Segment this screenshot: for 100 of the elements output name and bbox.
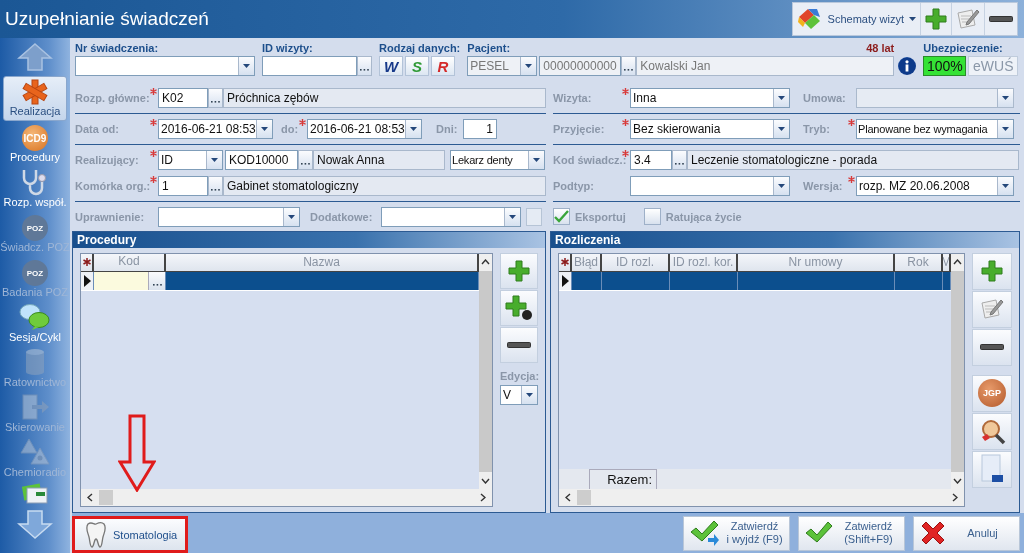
checkbox[interactable] <box>643 208 661 226</box>
dropdown-button[interactable] <box>405 119 421 138</box>
data-type-button[interactable]: R <box>431 56 455 76</box>
add-button[interactable] <box>500 252 538 289</box>
chevron-right-icon <box>480 493 486 502</box>
sidebar-item[interactable]: Rozp. współ. <box>3 166 67 211</box>
badge-icon: POZ <box>22 260 48 286</box>
dropdown-field[interactable]: ID <box>158 149 223 170</box>
dropdown-field[interactable]: 2016-06-21 08:53 <box>307 118 422 139</box>
code-field[interactable]: 1 <box>158 175 208 196</box>
data-type-button[interactable]: W <box>379 56 403 76</box>
ellipsis-icon <box>152 282 162 286</box>
horizontal-scrollbar[interactable] <box>559 489 964 506</box>
dropdown-button[interactable] <box>528 150 544 169</box>
dropdown-button[interactable] <box>773 88 789 107</box>
search-button[interactable] <box>972 412 1012 450</box>
dropdown-button[interactable] <box>521 385 537 404</box>
name-field: Nowak Anna <box>313 149 445 170</box>
info-icon[interactable] <box>898 57 917 75</box>
caret-icon <box>261 126 268 131</box>
remove-button[interactable] <box>972 328 1012 366</box>
cancel-button[interactable]: Anuluj <box>913 515 1020 551</box>
plus-icon <box>508 259 530 282</box>
input-field[interactable] <box>262 56 357 76</box>
dropdown-field[interactable]: V <box>500 384 538 405</box>
dropdown-field[interactable]: Planowane bez wymagania <box>856 118 1014 139</box>
caret-icon <box>509 214 516 219</box>
field-label: Umowa: <box>803 91 847 104</box>
dropdown-field[interactable]: Bez skierowania <box>630 118 790 139</box>
dropdown-field[interactable] <box>381 206 521 227</box>
horizontal-scrollbar[interactable] <box>81 489 492 506</box>
row-pointer-icon <box>561 274 569 287</box>
dropdown-button[interactable] <box>256 119 272 138</box>
ellipsis-icon <box>211 187 220 191</box>
dropdown-button[interactable] <box>504 207 520 226</box>
sidebar-item[interactable]: Realizacja <box>3 76 67 121</box>
row-pointer-icon <box>83 274 91 287</box>
dropdown-button[interactable] <box>997 119 1013 138</box>
add-button[interactable] <box>972 252 1012 290</box>
dropdown-button[interactable] <box>283 207 299 226</box>
minus-icon <box>980 344 1004 351</box>
ellipsis-icon <box>211 99 220 103</box>
minus-icon <box>507 341 531 348</box>
caret-icon <box>1002 95 1009 100</box>
vertical-scrollbar[interactable] <box>951 253 964 489</box>
dropdown-button[interactable] <box>773 119 789 138</box>
field-label: Ratująca życie <box>665 210 742 223</box>
panel-title: Rozliczenia <box>551 231 1019 248</box>
dropdown-field[interactable] <box>158 206 300 227</box>
caret-icon <box>243 64 250 68</box>
caret-icon <box>1002 183 1009 188</box>
dropdown-button[interactable] <box>238 57 254 75</box>
dropdown-button[interactable] <box>206 150 222 169</box>
add-all-button[interactable] <box>500 289 538 326</box>
asterisk-icon <box>82 258 91 267</box>
checkbox[interactable] <box>553 208 570 226</box>
ellipsis-icon <box>675 161 684 165</box>
field-label: Komórka org.: <box>75 179 150 192</box>
chevron-left-icon <box>565 493 571 502</box>
chevron-left-icon <box>87 493 93 502</box>
document-button[interactable] <box>972 450 1012 488</box>
dropdown-button[interactable] <box>773 176 789 195</box>
sidebar-item[interactable]: ICD9 Procedury <box>3 121 67 166</box>
ellipsis-icon <box>624 68 634 71</box>
field-label: Podtyp: <box>553 179 595 192</box>
scrollbar-thumb[interactable] <box>99 490 113 505</box>
confirm-button[interactable]: Zatwierdź i wyjdź (F9) <box>683 515 790 551</box>
field-label: Wizyta: <box>553 91 593 104</box>
dropdown-field[interactable]: rozp. MZ 20.06.2008 <box>856 175 1014 196</box>
field-label: Uprawnienie: <box>75 210 146 223</box>
panel-title: Procedury <box>73 231 545 248</box>
minus-icon <box>989 16 1013 22</box>
chevron-down-icon <box>481 477 490 484</box>
check-arrow-icon <box>690 520 720 546</box>
confirm-button[interactable]: Zatwierdź (Shift+F9) <box>798 515 905 551</box>
input-field[interactable]: 1 <box>463 118 497 139</box>
dropdown-button[interactable] <box>997 176 1013 195</box>
scrollbar-thumb[interactable] <box>577 490 591 505</box>
dropdown-field[interactable]: PESEL <box>467 56 538 76</box>
dropdown-button[interactable] <box>520 57 537 75</box>
remove-button[interactable] <box>500 326 538 363</box>
dentistry-button[interactable]: Stomatologia <box>72 516 189 553</box>
field-label: Eksportuj <box>575 210 626 223</box>
dropdown-field[interactable]: Inna <box>630 87 790 108</box>
code-field[interactable]: 3.4 <box>630 149 672 170</box>
chevron-right-icon <box>952 493 958 502</box>
name-field: Kowalski Jan <box>636 56 895 76</box>
code-field[interactable]: KOD10000 <box>225 149 298 170</box>
caret-icon <box>410 126 417 131</box>
dropdown-field[interactable]: 2016-06-21 08:53 <box>158 118 273 139</box>
vertical-scrollbar[interactable] <box>479 253 492 489</box>
code-field[interactable]: 00000000000 <box>539 56 622 76</box>
field-label: Tryb: <box>803 122 831 135</box>
badge-icon: POZ <box>22 215 48 241</box>
code-field[interactable]: K02 <box>158 87 208 108</box>
sidebar-item[interactable]: Sesja/Cykl <box>3 301 67 346</box>
dropdown-field[interactable] <box>630 175 790 196</box>
dropdown-field[interactable] <box>75 56 255 76</box>
edit-icon <box>980 298 1004 321</box>
dropdown-field[interactable]: Lekarz denty <box>450 149 545 170</box>
